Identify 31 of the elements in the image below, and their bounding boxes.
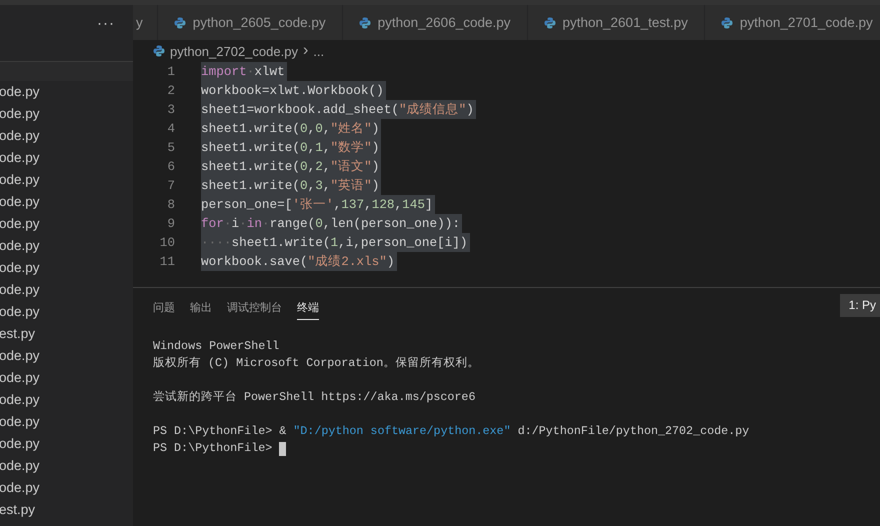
panel-tab[interactable]: 终端 [297, 294, 319, 320]
line-number: 11 [158, 254, 175, 269]
panel-tab[interactable]: 问题 [153, 294, 175, 320]
breadcrumb-file[interactable]: python_2702_code.py [170, 44, 298, 58]
terminal-line: Windows PowerShell [153, 338, 280, 355]
terminal-line: PS D:\PythonFile> [153, 440, 274, 457]
file-tab[interactable]: y [133, 5, 158, 40]
panel-tab[interactable]: 输出 [190, 294, 212, 320]
terminal-line: 版权所有 (C) Microsoft Corporation。保留所有权利。 [153, 355, 480, 372]
file-tab[interactable]: python_2605_code.py [158, 5, 343, 40]
line-number: 3 [166, 102, 175, 117]
file-tab[interactable]: python_2601_test.py [528, 5, 705, 40]
line-number: 10 [158, 235, 175, 250]
file-tab[interactable]: python_2606_code.py [342, 5, 528, 40]
line-number: 6 [166, 159, 175, 174]
line-number: 9 [166, 216, 175, 231]
terminal-select[interactable]: 1: Py [840, 294, 880, 317]
terminal-line: PS D:\PythonFile> & "D:/python software/python.exe" d:/PythonFile/python_2702_code.py [153, 423, 750, 440]
line-number: 7 [166, 178, 175, 193]
line-number: 8 [166, 197, 175, 212]
terminal-line: 尝试新的跨平台 PowerShell https://aka.ms/pscore6 [153, 389, 476, 406]
line-number: 2 [166, 83, 175, 98]
python-file-icon [153, 45, 165, 57]
line-number: 4 [166, 121, 175, 136]
breadcrumb-separator: › [302, 42, 308, 60]
panel-tab[interactable]: 调试控制台 [227, 294, 282, 320]
breadcrumb-more[interactable]: ... [313, 44, 324, 58]
more-actions-button[interactable]: ··· [97, 15, 115, 32]
line-number: 1 [166, 64, 175, 79]
file-tab[interactable]: python_2701_code.py [704, 5, 880, 40]
line-number: 5 [166, 140, 175, 155]
